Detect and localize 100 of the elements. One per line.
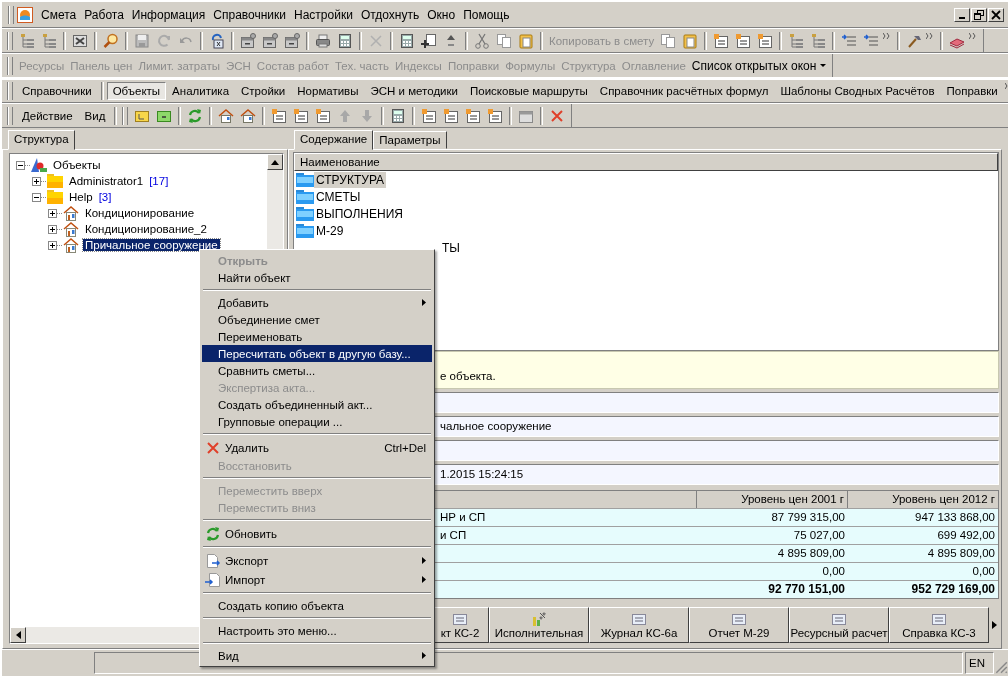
toolbar-button[interactable]: Список открытых окон bbox=[688, 58, 830, 73]
list-item[interactable]: М-29 bbox=[314, 222, 346, 239]
copy-icon[interactable] bbox=[496, 32, 512, 49]
toolbar-grip[interactable] bbox=[7, 31, 13, 50]
document-icon[interactable] bbox=[487, 107, 504, 124]
arrow-left-icon[interactable] bbox=[15, 631, 21, 639]
menu-item[interactable]: Обновить bbox=[202, 524, 432, 543]
menu-item[interactable]: Удалить Ctrl+Del bbox=[202, 438, 432, 457]
tree-icon[interactable] bbox=[788, 32, 805, 49]
menu-item[interactable]: Работа bbox=[80, 7, 128, 22]
spreadsheet-icon[interactable] bbox=[72, 32, 88, 49]
list-item[interactable]: СТРУКТУРА bbox=[314, 171, 387, 188]
clipboard-icon[interactable] bbox=[682, 32, 699, 49]
module-tab[interactable]: ЭСН и методики bbox=[364, 82, 464, 100]
menu-item[interactable]: Отдохнуть bbox=[356, 7, 424, 22]
chevron-icon[interactable] bbox=[883, 32, 892, 39]
report-button[interactable]: Ресурсный расчет bbox=[789, 607, 889, 643]
menu-item[interactable]: Переименовать bbox=[202, 328, 432, 345]
tree-item[interactable]: Administrator1 bbox=[67, 175, 146, 187]
arrow-up-icon[interactable] bbox=[271, 159, 279, 165]
menu-item[interactable]: Добавить bbox=[202, 294, 432, 311]
scissors-icon[interactable] bbox=[474, 32, 490, 49]
menu-item[interactable]: Создать объединенный акт... bbox=[202, 396, 432, 413]
padlock-icon[interactable] bbox=[209, 32, 225, 49]
document-icon[interactable] bbox=[713, 32, 730, 49]
close-button[interactable] bbox=[988, 7, 1004, 22]
report-button[interactable]: Журнал КС-6а bbox=[589, 607, 689, 643]
menu-item[interactable]: Объединение смет bbox=[202, 311, 432, 328]
panel-tab[interactable]: Параметры bbox=[373, 131, 447, 149]
document-icon[interactable] bbox=[271, 107, 288, 124]
menu-item[interactable]: Пересчитать объект в другую базу... bbox=[202, 345, 432, 362]
tree-item[interactable]: Кондиционирование bbox=[83, 207, 197, 219]
minimize-button[interactable] bbox=[954, 7, 970, 22]
column-header[interactable]: Уровень цен 2001 г bbox=[696, 491, 847, 508]
cross-icon[interactable] bbox=[205, 439, 221, 456]
menu-item[interactable]: Справочники bbox=[209, 7, 291, 22]
module-tab[interactable]: Нормативы bbox=[291, 82, 365, 100]
tree-toggle[interactable] bbox=[48, 224, 57, 234]
restore-button[interactable] bbox=[971, 7, 987, 22]
module-tab[interactable]: Поисковые маршруты bbox=[464, 82, 594, 100]
tree-icon[interactable] bbox=[810, 32, 827, 49]
menu-item[interactable]: Сравнить сметы... bbox=[202, 362, 432, 379]
cabinet-icon[interactable] bbox=[284, 32, 300, 49]
module-tab[interactable]: Поправки bbox=[940, 82, 1004, 100]
list-item[interactable]: СМЕТЫ bbox=[314, 188, 363, 205]
toolbar-grip[interactable] bbox=[8, 5, 14, 24]
floppy-icon[interactable] bbox=[134, 32, 150, 49]
module-tab[interactable]: Справочники bbox=[16, 82, 98, 100]
toolbar-grip[interactable] bbox=[7, 106, 13, 125]
tree-item[interactable]: Объекты bbox=[51, 159, 103, 171]
cabinet-icon[interactable] bbox=[240, 32, 256, 49]
list-icon[interactable] bbox=[863, 32, 880, 49]
tree-icon[interactable] bbox=[41, 32, 57, 49]
plus-icon[interactable] bbox=[421, 32, 437, 49]
list-item[interactable]: ВЫПОЛНЕНИЯ bbox=[314, 205, 405, 222]
menu-button[interactable]: Действие bbox=[16, 109, 79, 122]
document-icon[interactable] bbox=[735, 32, 752, 49]
refresh-icon[interactable] bbox=[205, 525, 221, 542]
menu-item[interactable]: Экспорт bbox=[202, 551, 432, 570]
module-tab[interactable]: Аналитика bbox=[166, 82, 236, 100]
document-icon[interactable] bbox=[293, 107, 310, 124]
column-header[interactable]: Уровень цен 2012 г bbox=[847, 491, 998, 508]
tree-item[interactable]: Причальное сооружение bbox=[83, 239, 220, 251]
panel-tab[interactable]: Содержание bbox=[294, 130, 374, 150]
menu-button[interactable]: Вид bbox=[78, 109, 112, 122]
menu-item[interactable]: Помощь bbox=[459, 7, 514, 22]
menu-item[interactable]: Вид bbox=[202, 647, 432, 664]
calculator-icon[interactable] bbox=[337, 32, 353, 49]
menu-item[interactable]: Смета bbox=[37, 7, 81, 22]
menu-item[interactable]: Информация bbox=[127, 7, 210, 22]
cross-icon[interactable] bbox=[549, 107, 566, 124]
chevron-icon[interactable] bbox=[969, 32, 978, 39]
column-header[interactable]: Наименование bbox=[294, 153, 998, 171]
size-grip[interactable] bbox=[994, 660, 1008, 674]
document-icon[interactable] bbox=[757, 32, 774, 49]
chevron-icon[interactable] bbox=[926, 32, 935, 39]
list-icon[interactable] bbox=[841, 32, 858, 49]
copy-icon[interactable] bbox=[660, 32, 677, 49]
report-button[interactable]: Справка КС-3 bbox=[889, 607, 989, 643]
document-icon[interactable] bbox=[421, 107, 438, 124]
toolbar-grip[interactable] bbox=[122, 106, 129, 125]
house-icon[interactable] bbox=[240, 107, 257, 124]
toolbar-grip[interactable] bbox=[7, 56, 13, 75]
module-tab[interactable]: Объекты bbox=[106, 82, 167, 100]
refresh-icon[interactable] bbox=[187, 107, 204, 124]
calculator-icon[interactable] bbox=[399, 32, 415, 49]
tree-item[interactable]: Help bbox=[67, 191, 95, 203]
tree-toggle[interactable] bbox=[32, 176, 41, 186]
tree-toggle[interactable] bbox=[32, 192, 41, 202]
panel-tab[interactable]: Структура bbox=[8, 130, 75, 150]
clipboard-icon[interactable] bbox=[518, 32, 534, 49]
tree-toggle[interactable] bbox=[16, 160, 25, 170]
list-item[interactable]: ТЫ bbox=[440, 239, 462, 256]
search-icon[interactable] bbox=[103, 32, 119, 49]
tree-toggle[interactable] bbox=[48, 240, 57, 250]
menu-item[interactable]: Настройки bbox=[290, 7, 357, 22]
printer-icon[interactable] bbox=[315, 32, 331, 49]
tree-item[interactable]: Кондиционирование_2 bbox=[83, 223, 209, 235]
module-tab[interactable]: Стройки bbox=[235, 82, 292, 100]
tree-toggle[interactable] bbox=[48, 208, 57, 218]
